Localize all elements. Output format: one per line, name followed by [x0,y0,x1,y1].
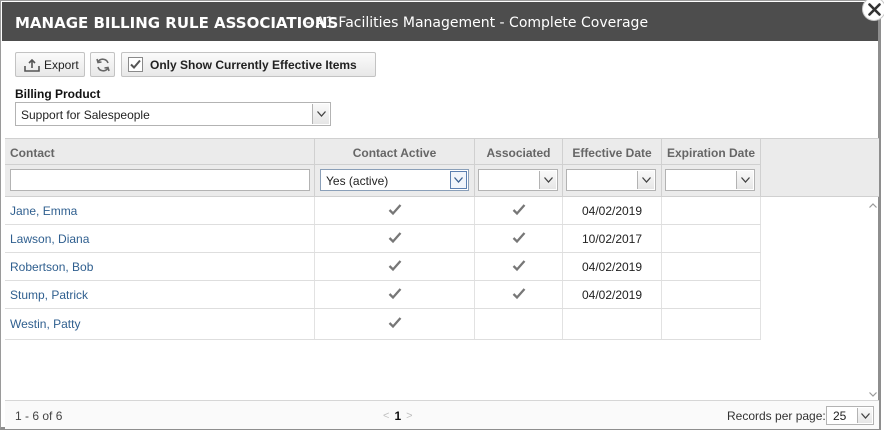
chevron-down-icon[interactable] [736,171,753,189]
table-row[interactable]: Westin, Patty [5,309,761,340]
billing-product-label: Billing Product [15,87,101,101]
associated-cell [475,281,563,308]
expiration-date-filter-select[interactable] [665,169,755,191]
close-button[interactable] [862,0,884,21]
contact-active-filter-value: Yes (active) [326,174,389,188]
grid-footer: 1 - 6 of 6 < 1 > Records per page: 25 [5,400,879,429]
close-icon [868,3,881,16]
dialog-titlebar: MANAGE BILLING RULE ASSOCIATIONS - A1 Fa… [2,2,878,41]
chevron-down-icon[interactable] [450,171,467,189]
effective-date-value: 10/02/2017 [581,231,643,246]
checkmark-icon [388,259,402,274]
table-row[interactable]: Stump, Patrick 04/02/2019 [5,281,761,309]
effective-date-cell: 04/02/2019 [563,281,662,308]
effective-date-cell: 04/02/2019 [563,197,662,224]
table-row[interactable]: Jane, Emma 04/02/2019 [5,197,761,225]
export-button[interactable]: Export [15,52,85,77]
contact-link[interactable]: Jane, Emma [10,204,77,218]
only-effective-toggle[interactable]: Only Show Currently Effective Items [121,52,376,77]
contact-link[interactable]: Stump, Patrick [10,288,88,302]
dialog-title: MANAGE BILLING RULE ASSOCIATIONS [15,14,339,32]
billing-product-select[interactable]: Support for Salespeople [15,102,331,126]
contact-link[interactable]: Westin, Patty [10,317,80,331]
contact-cell: Robertson, Bob [5,253,315,280]
dialog-subtitle: - A1 Facilities Management - Complete Co… [306,15,649,31]
grid-header: Contact Contact Active Yes (active) Asso… [5,139,879,197]
associated-cell [475,225,563,252]
records-per-page-select[interactable]: 25 [826,406,874,425]
checkmark-icon [388,317,402,332]
chevron-down-icon[interactable] [857,408,872,423]
effective-date-value: 04/02/2019 [581,203,643,218]
expiration-date-cell [662,197,761,224]
contact-active-cell [315,225,475,252]
contact-active-filter-select[interactable]: Yes (active) [320,169,469,191]
chevron-down-icon[interactable] [539,171,556,189]
column-header-contact[interactable]: Contact [5,139,315,197]
record-count: 1 - 6 of 6 [15,409,63,423]
contact-cell: Westin, Patty [5,309,315,339]
associated-cell [475,309,563,339]
only-effective-label: Only Show Currently Effective Items [150,57,357,72]
effective-date-filter-select[interactable] [566,169,656,191]
column-header-effective-date[interactable]: Effective Date [563,139,662,197]
associated-filter-select[interactable] [478,169,558,191]
refresh-icon [95,57,110,72]
expiration-date-cell [662,253,761,280]
checkbox-checked-icon[interactable] [128,57,143,72]
pager-prev-button[interactable]: < [383,410,389,422]
chevron-down-icon[interactable] [312,104,329,124]
chevron-down-icon[interactable] [637,171,654,189]
column-header-associated[interactable]: Associated [475,139,563,197]
contact-active-cell [315,253,475,280]
effective-date-cell: 04/02/2019 [563,253,662,280]
checkmark-icon[interactable] [512,287,526,302]
records-per-page-label: Records per page: [727,409,826,423]
contact-link[interactable]: Robertson, Bob [10,260,93,274]
column-header-contact-active[interactable]: Contact Active Yes (active) [315,139,475,197]
effective-date-value: 04/02/2019 [581,259,643,274]
contact-active-cell [315,309,475,339]
contact-cell: Stump, Patrick [5,281,315,308]
export-icon [24,58,40,72]
contact-active-cell [315,197,475,224]
billing-rule-dialog: MANAGE BILLING RULE ASSOCIATIONS - A1 Fa… [0,0,881,430]
checkmark-icon[interactable] [512,231,526,246]
expiration-date-cell [662,281,761,308]
column-header-expiration-date[interactable]: Expiration Date [662,139,761,197]
expiration-date-cell [662,309,761,339]
grid-scrollbar[interactable] [867,197,879,401]
header-divider [5,164,761,165]
contact-active-cell [315,281,475,308]
refresh-button[interactable] [90,52,115,77]
checkmark-icon [388,287,402,302]
contact-link[interactable]: Lawson, Diana [10,232,89,246]
scroll-up-icon[interactable] [869,203,877,208]
records-per-page-value: 25 [833,409,847,423]
pager-next-button[interactable]: > [406,410,412,422]
pager-current-page[interactable]: 1 [394,409,401,423]
associations-grid: Contact Contact Active Yes (active) Asso… [5,138,879,400]
billing-product-value: Support for Salespeople [21,108,150,122]
table-row[interactable]: Lawson, Diana 10/02/2017 [5,225,761,253]
associated-cell [475,197,563,224]
effective-date-value: 04/02/2019 [581,287,643,302]
associated-cell [475,253,563,280]
pager: < 1 > [383,409,413,423]
contact-cell: Jane, Emma [5,197,315,224]
checkmark-icon [388,231,402,246]
export-label: Export [44,57,79,72]
checkmark-icon[interactable] [512,259,526,274]
table-row[interactable]: Robertson, Bob 04/02/2019 [5,253,761,281]
contact-cell: Lawson, Diana [5,225,315,252]
expiration-date-cell [662,225,761,252]
checkmark-icon [388,203,402,218]
contact-filter-input[interactable] [10,169,310,191]
scroll-down-icon[interactable] [869,392,877,397]
checkmark-icon[interactable] [512,203,526,218]
effective-date-cell [563,309,662,339]
effective-date-cell: 10/02/2017 [563,225,662,252]
